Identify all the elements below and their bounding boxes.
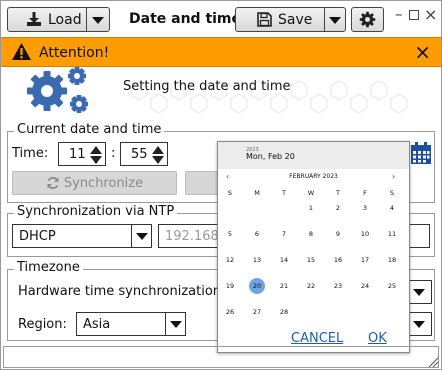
calendar-day[interactable]: 22 [303, 278, 319, 294]
calendar-day[interactable]: 26 [222, 304, 238, 320]
weekday-label: S [227, 189, 233, 197]
current-datetime-title: Current date and time [14, 122, 165, 137]
floppy-disk-icon [257, 12, 272, 27]
weekday-label: T [282, 189, 286, 197]
calendar-day[interactable]: 25 [384, 278, 400, 294]
close-icon[interactable]: × [424, 5, 437, 24]
calendar-day[interactable]: 23 [330, 278, 346, 294]
time-label: Time: [12, 146, 49, 161]
minutes-value: 55 [131, 146, 148, 162]
close-icon[interactable]: × [414, 42, 431, 62]
calendar-day[interactable]: 4 [384, 200, 400, 216]
resize-grip-icon[interactable] [428, 353, 439, 369]
maximize-icon[interactable] [409, 10, 419, 20]
region-label: Region: [18, 317, 67, 332]
calendar-day[interactable]: 1 [303, 200, 319, 216]
chevron-down-icon[interactable] [131, 225, 151, 247]
date-picker-header: 2023 Mon, Feb 20 [218, 142, 409, 169]
calendar-day[interactable]: 7 [276, 226, 292, 242]
calendar-day-selected[interactable]: 20 [249, 278, 265, 294]
calendar-day[interactable]: 13 [249, 252, 265, 268]
cancel-button[interactable]: CANCEL [291, 331, 343, 346]
alert-bar: Attention! × [1, 37, 441, 67]
hours-value: 11 [69, 146, 86, 162]
ntp-title: Synchronization via NTP [14, 204, 178, 219]
load-button[interactable]: Load [7, 7, 110, 32]
date-picker-selected-date: Mon, Feb 20 [246, 152, 295, 161]
calendar-day[interactable]: 16 [330, 252, 346, 268]
calendar-day[interactable]: 14 [276, 252, 292, 268]
ntp-mode-value: DHCP [19, 228, 56, 244]
main-window: Load Date and time Save – × Attention! ×… [0, 0, 442, 370]
alert-text: Attention! [39, 45, 110, 61]
weekday-label: F [363, 189, 367, 197]
region-select[interactable]: Asia [76, 312, 186, 336]
calendar-day[interactable]: 3 [357, 200, 373, 216]
gear-icon [359, 11, 376, 28]
timezone-title: Timezone [14, 260, 83, 275]
settings-button[interactable] [351, 7, 384, 32]
chevron-down-icon[interactable] [329, 17, 341, 24]
minutes-field[interactable]: 55 [120, 142, 168, 166]
ntp-mode-select[interactable]: DHCP [12, 224, 152, 248]
warning-icon [11, 42, 32, 65]
calendar-day[interactable]: 8 [303, 226, 319, 242]
chevron-down-icon[interactable] [165, 313, 185, 335]
hero-text: Setting the date and time [123, 79, 291, 94]
calendar-day[interactable]: 5 [222, 226, 238, 242]
calendar-day[interactable]: 17 [357, 252, 373, 268]
calendar-day[interactable]: 10 [357, 226, 373, 242]
gears-icon [25, 67, 95, 119]
calendar-day[interactable]: 11 [384, 226, 400, 242]
hw-sync-label: Hardware time synchronization: [18, 284, 226, 299]
calendar-day[interactable]: 24 [357, 278, 373, 294]
window-title: Date and time [129, 11, 242, 27]
date-picker-popup: 2023 Mon, Feb 20 ‹ FEBRUARY 2023 › SMTWT… [217, 141, 410, 353]
weekday-label: M [254, 189, 260, 197]
calendar-day[interactable]: 2 [330, 200, 346, 216]
date-picker-month: FEBRUARY 2023 [289, 173, 338, 180]
ok-button[interactable]: OK [368, 331, 387, 346]
synchronize-button[interactable]: Synchronize [12, 171, 177, 195]
chevron-down-icon[interactable] [407, 313, 431, 335]
toolbar: Load Date and time Save – × [1, 1, 441, 37]
weekday-label: S [389, 189, 395, 197]
weekday-label: W [307, 189, 315, 197]
calendar-day[interactable]: 21 [276, 278, 292, 294]
calendar-day[interactable]: 6 [249, 226, 265, 242]
save-label: Save [278, 11, 313, 28]
save-button[interactable]: Save [235, 7, 346, 32]
chevron-down-icon[interactable] [92, 17, 104, 24]
minimize-icon[interactable]: – [395, 5, 403, 23]
status-bar [3, 346, 439, 368]
load-label: Load [48, 11, 82, 28]
hours-stepper[interactable] [90, 146, 102, 164]
time-separator: : [111, 146, 116, 161]
minutes-stepper[interactable] [152, 146, 164, 164]
region-value: Asia [83, 316, 111, 332]
synchronize-label: Synchronize [63, 175, 144, 191]
calendar-day[interactable]: 19 [222, 278, 238, 294]
weekday-label: T [336, 189, 340, 197]
calendar-day[interactable]: 18 [384, 252, 400, 268]
calendar-day[interactable]: 27 [249, 304, 265, 320]
download-icon [26, 12, 42, 27]
calendar-day[interactable]: 12 [222, 252, 238, 268]
refresh-icon [46, 176, 60, 190]
calendar-day[interactable]: 15 [303, 252, 319, 268]
next-month-button[interactable]: › [392, 172, 395, 181]
hours-field[interactable]: 11 [58, 142, 106, 166]
calendar-icon[interactable] [410, 142, 432, 169]
calendar-day[interactable]: 9 [330, 226, 346, 242]
calendar-day[interactable]: 28 [276, 304, 292, 320]
chevron-down-icon[interactable] [407, 281, 431, 303]
